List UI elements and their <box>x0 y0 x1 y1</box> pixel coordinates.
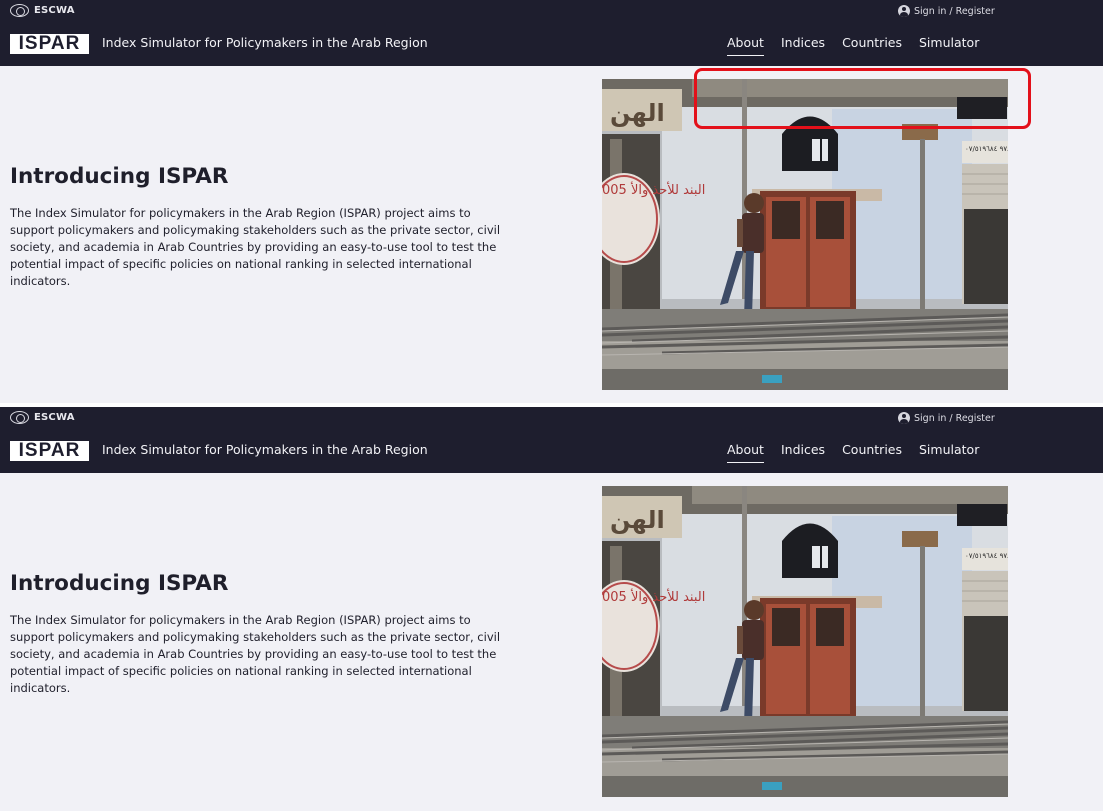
site-header: ESCWA Sign in / Register ISPAR Index Sim… <box>0 407 1103 473</box>
street-scene-image: الهن ٧٦١-٩٧٨ ٠٧/٥١٩٦٨٤ البن <box>602 486 1008 797</box>
round-sign-text: البند للأحذ والأ 005 <box>602 588 705 605</box>
hero-description: The Index Simulator for policymakers in … <box>10 613 501 695</box>
main-nav: About Indices Countries Simulator <box>727 442 996 463</box>
brand-logo[interactable]: ISPAR <box>10 34 89 54</box>
nav-about[interactable]: About <box>727 442 764 463</box>
nav-countries[interactable]: Countries <box>842 442 902 463</box>
user-icon <box>898 5 910 17</box>
hero-description: The Index Simulator for policymakers in … <box>10 206 501 288</box>
un-emblem-icon <box>10 411 29 424</box>
nav-about[interactable]: About <box>727 35 764 56</box>
main-nav: About Indices Countries Simulator <box>727 35 996 56</box>
sign-in-link[interactable]: Sign in / Register <box>898 5 995 17</box>
site-header: ESCWA Sign in / Register ISPAR Index Sim… <box>0 0 1103 66</box>
round-sign-text: البند للأحذ والأ 005 <box>602 181 705 198</box>
highlight-box <box>694 68 1031 129</box>
nav-simulator[interactable]: Simulator <box>919 35 979 56</box>
org-label: ESCWA <box>34 5 75 16</box>
nav-simulator[interactable]: Simulator <box>919 442 979 463</box>
nav-indices[interactable]: Indices <box>781 442 825 463</box>
sign-in-link[interactable]: Sign in / Register <box>898 412 995 424</box>
sign-in-label: Sign in / Register <box>914 5 995 17</box>
shop-sign-text: الهن <box>610 99 665 127</box>
screenshot-panel-bottom: ESCWA Sign in / Register ISPAR Index Sim… <box>0 407 1103 811</box>
escwa-link[interactable]: ESCWA <box>10 4 75 17</box>
site-tagline: Index Simulator for Policymakers in the … <box>102 35 428 50</box>
un-emblem-icon <box>10 4 29 17</box>
phone-sign-text: ٧٦١-٩٧٨ ٠٧/٥١٩٦٨٤ <box>965 552 1008 560</box>
user-icon <box>898 412 910 424</box>
hero-photo: الهن ٧٦١-٩٧٨ ٠٧/٥١٩٦٨٤ البن <box>602 486 1008 797</box>
screenshot-panel-top: ESCWA Sign in / Register ISPAR Index Sim… <box>0 0 1103 403</box>
escwa-link[interactable]: ESCWA <box>10 411 75 424</box>
site-tagline: Index Simulator for Policymakers in the … <box>102 442 428 457</box>
brand-logo[interactable]: ISPAR <box>10 441 89 461</box>
phone-sign-text: ٧٦١-٩٧٨ ٠٧/٥١٩٦٨٤ <box>965 145 1008 153</box>
sign-in-label: Sign in / Register <box>914 412 995 424</box>
hero-title: Introducing ISPAR <box>10 164 229 189</box>
org-label: ESCWA <box>34 412 75 423</box>
nav-countries[interactable]: Countries <box>842 35 902 56</box>
nav-indices[interactable]: Indices <box>781 35 825 56</box>
shop-sign-text: الهن <box>610 506 665 534</box>
hero-title: Introducing ISPAR <box>10 571 229 596</box>
